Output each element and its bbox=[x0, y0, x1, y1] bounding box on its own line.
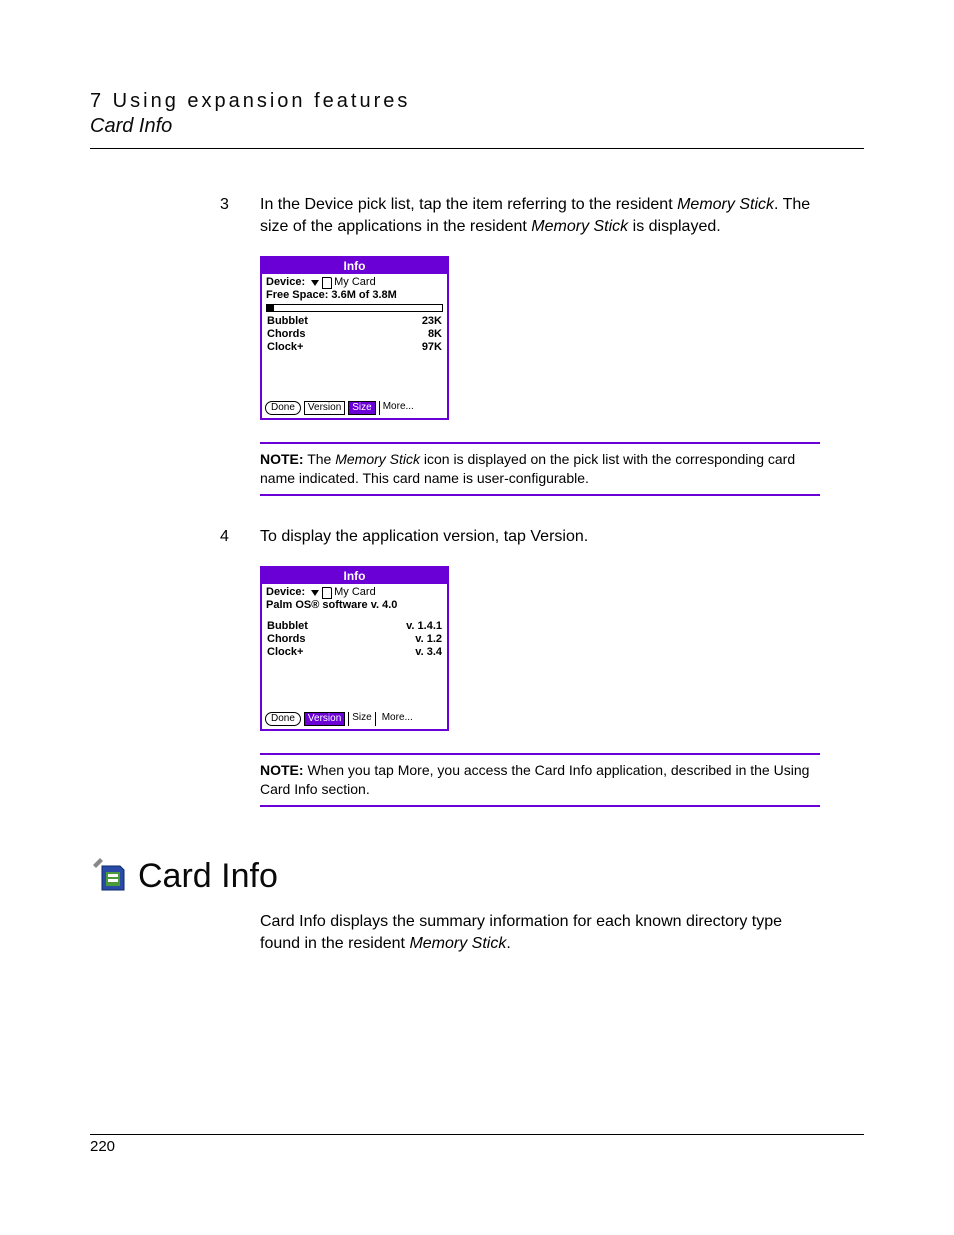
page-number: 220 bbox=[90, 1138, 115, 1155]
step-text: In the Device pick list, tap the item re… bbox=[260, 194, 820, 238]
device-value: My Card bbox=[334, 276, 376, 289]
app-name: Clock+ bbox=[267, 341, 303, 354]
header-rule bbox=[90, 148, 864, 149]
list-item: Bubblet v. 1.4.1 bbox=[266, 620, 443, 633]
list-item: Clock+ 97K bbox=[266, 341, 443, 354]
done-button[interactable]: Done bbox=[265, 712, 301, 726]
dropdown-icon[interactable] bbox=[311, 280, 319, 286]
step-number: 4 bbox=[220, 526, 260, 548]
more-button[interactable]: More... bbox=[379, 401, 417, 415]
list-item: Bubblet 23K bbox=[266, 315, 443, 328]
free-space-bar bbox=[266, 304, 443, 312]
step-3: 3 In the Device pick list, tap the item … bbox=[220, 194, 864, 238]
dropdown-icon[interactable] bbox=[311, 590, 319, 596]
app-list: Bubblet 23K Chords 8K Clock+ 97K bbox=[266, 315, 443, 395]
card-info-icon bbox=[90, 858, 130, 896]
para-em: Memory Stick bbox=[409, 935, 506, 952]
done-button[interactable]: Done bbox=[265, 401, 301, 415]
app-version: v. 1.2 bbox=[415, 633, 442, 646]
palm-title: Info bbox=[262, 568, 447, 584]
app-size: 8K bbox=[428, 328, 442, 341]
palm-button-bar: Done Version Size More... bbox=[262, 399, 447, 418]
para-b: . bbox=[506, 935, 510, 952]
note1-a: The bbox=[304, 451, 336, 467]
step3-text-c: is displayed. bbox=[628, 218, 721, 235]
app-name: Bubblet bbox=[267, 315, 308, 328]
running-head: 7 Using expansion features Card Info bbox=[90, 90, 864, 149]
palm-device-line: Device: My Card bbox=[266, 586, 443, 599]
note-label: NOTE: bbox=[260, 762, 304, 778]
section-heading: Card Info bbox=[90, 857, 864, 896]
step3-text-a: In the Device pick list, tap the item re… bbox=[260, 196, 677, 213]
palm-info-version: Info Device: My Card Palm OS® software v… bbox=[260, 566, 449, 731]
palm-body: Device: My Card Palm OS® software v. 4.0… bbox=[262, 584, 447, 710]
app-name: Chords bbox=[267, 328, 306, 341]
palm-body: Device: My Card Free Space: 3.6M of 3.8M… bbox=[262, 274, 447, 399]
list-item: Chords 8K bbox=[266, 328, 443, 341]
step3-em2: Memory Stick bbox=[531, 218, 628, 235]
app-size: 97K bbox=[422, 341, 442, 354]
step-4: 4 To display the application version, ta… bbox=[220, 526, 864, 548]
page: 7 Using expansion features Card Info 3 I… bbox=[0, 0, 954, 1235]
free-space: Free Space: 3.6M of 3.8M bbox=[266, 289, 443, 302]
palm-title: Info bbox=[262, 258, 447, 274]
app-list: Bubblet v. 1.4.1 Chords v. 1.2 Clock+ v.… bbox=[266, 620, 443, 706]
size-button[interactable]: Size bbox=[348, 401, 375, 415]
app-name: Chords bbox=[267, 633, 306, 646]
palm-button-bar: Done Version Size More... bbox=[262, 710, 447, 729]
version-button[interactable]: Version bbox=[304, 401, 345, 415]
note2-text: When you tap More, you access the Card I… bbox=[260, 762, 809, 797]
note-2: NOTE: When you tap More, you access the … bbox=[260, 753, 820, 807]
app-name: Bubblet bbox=[267, 620, 308, 633]
version-button[interactable]: Version bbox=[304, 712, 345, 726]
section-title: Card Info bbox=[138, 857, 278, 896]
note-label: NOTE: bbox=[260, 451, 304, 467]
device-label: Device: bbox=[266, 586, 305, 599]
app-size: 23K bbox=[422, 315, 442, 328]
section-body: Card Info displays the summary informati… bbox=[260, 911, 820, 955]
os-version: Palm OS® software v. 4.0 bbox=[266, 599, 443, 612]
size-button[interactable]: Size bbox=[348, 712, 375, 726]
palm-info-size: Info Device: My Card Free Space: 3.6M of… bbox=[260, 256, 449, 420]
step-text: To display the application version, tap … bbox=[260, 526, 588, 548]
more-button[interactable]: More... bbox=[379, 712, 416, 726]
app-version: v. 1.4.1 bbox=[406, 620, 442, 633]
para-a: Card Info displays the summary informati… bbox=[260, 913, 782, 952]
free-space-fill bbox=[267, 305, 274, 311]
step-number: 3 bbox=[220, 194, 260, 216]
memory-stick-icon bbox=[322, 277, 332, 289]
note-1: NOTE: The Memory Stick icon is displayed… bbox=[260, 442, 820, 496]
app-version: v. 3.4 bbox=[415, 646, 442, 659]
step3-em1: Memory Stick bbox=[677, 196, 774, 213]
list-item: Chords v. 1.2 bbox=[266, 633, 443, 646]
chapter-title: 7 Using expansion features bbox=[90, 90, 864, 113]
memory-stick-icon bbox=[322, 587, 332, 599]
note1-em: Memory Stick bbox=[335, 451, 420, 467]
footer-rule bbox=[90, 1134, 864, 1135]
device-value: My Card bbox=[334, 586, 376, 599]
palm-device-line: Device: My Card bbox=[266, 276, 443, 289]
app-name: Clock+ bbox=[267, 646, 303, 659]
list-item: Clock+ v. 3.4 bbox=[266, 646, 443, 659]
section-title-running: Card Info bbox=[90, 115, 864, 138]
device-label: Device: bbox=[266, 276, 305, 289]
